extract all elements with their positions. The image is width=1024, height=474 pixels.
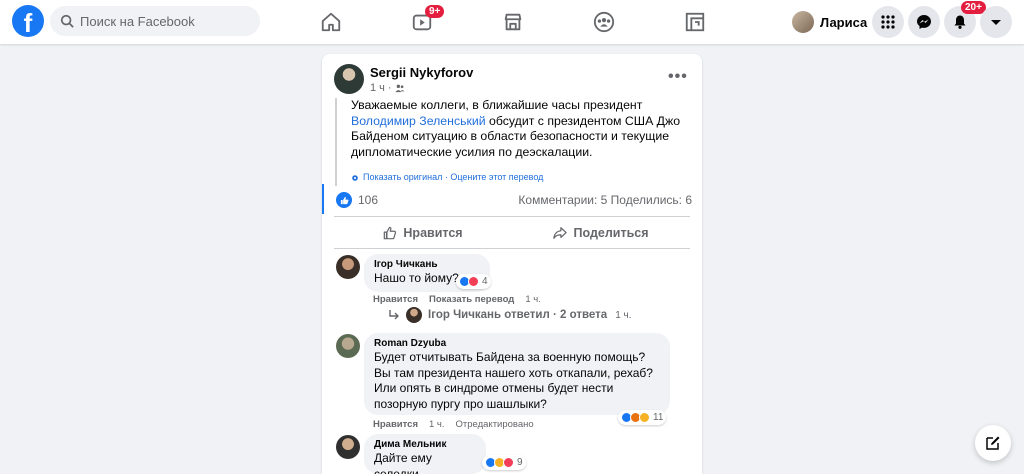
like-reaction-icon[interactable] bbox=[336, 192, 352, 208]
home-icon bbox=[321, 12, 341, 32]
watch-tab[interactable]: 9+ bbox=[409, 5, 445, 35]
bell-icon bbox=[954, 15, 966, 29]
like-label: Нравится bbox=[403, 226, 463, 240]
active-indicator bbox=[322, 184, 324, 214]
likes-count[interactable]: 106 bbox=[358, 193, 378, 207]
messenger-button[interactable] bbox=[908, 6, 940, 38]
author-avatar[interactable] bbox=[334, 64, 364, 94]
reactions-count: 11 bbox=[653, 412, 664, 423]
share-label: Поделиться bbox=[573, 226, 649, 240]
post-text-part: Уважаемые коллеги, в ближайшие часы през… bbox=[351, 98, 643, 112]
comment-text: Дайте ему селедки... bbox=[374, 451, 432, 474]
people-icon bbox=[394, 84, 405, 93]
comment-bubble: Roman Dzyuba Будет отчитывать Байдена за… bbox=[364, 333, 670, 415]
chevron-down-icon bbox=[991, 20, 1001, 25]
comment-like-button[interactable]: Нравится bbox=[373, 294, 418, 305]
comment-reactions[interactable]: 9 bbox=[482, 455, 526, 470]
commenter-avatar[interactable] bbox=[336, 435, 360, 459]
comment-meta: Нравится Показать перевод 1 ч. bbox=[373, 294, 552, 305]
gaming-tab[interactable] bbox=[682, 9, 708, 35]
comment-reactions[interactable]: 4 bbox=[456, 274, 491, 289]
comment-time[interactable]: 1 ч. bbox=[429, 419, 445, 430]
gear-icon bbox=[352, 174, 358, 181]
commenter-name[interactable]: Roman Dzyuba bbox=[374, 338, 660, 349]
watch-badge: 9+ bbox=[425, 5, 445, 18]
reactions-count: 9 bbox=[517, 457, 523, 468]
show-translation-button[interactable]: Показать перевод bbox=[429, 294, 514, 305]
divider bbox=[334, 216, 690, 217]
share-icon bbox=[553, 227, 568, 239]
post-time[interactable]: 1 ч · bbox=[370, 82, 405, 94]
grid-menu-icon bbox=[881, 15, 895, 29]
edited-label: Отредактировано bbox=[455, 419, 534, 430]
groups-tab[interactable] bbox=[591, 9, 617, 35]
like-button[interactable]: Нравится bbox=[334, 220, 512, 246]
haha-reaction-icon bbox=[639, 412, 650, 423]
reply-arrow-icon bbox=[389, 310, 399, 320]
store-icon bbox=[504, 13, 522, 31]
commenter-name[interactable]: Дима Мельник bbox=[374, 439, 476, 450]
post-stats: 106 Комментарии: 5 Поделились: 6 bbox=[336, 192, 692, 208]
search-box[interactable] bbox=[50, 6, 260, 36]
divider bbox=[334, 248, 690, 249]
profile-name: Лариса bbox=[820, 14, 868, 30]
reactions-count: 4 bbox=[482, 276, 488, 287]
account-button[interactable] bbox=[980, 6, 1012, 38]
thumbs-up-icon bbox=[340, 196, 348, 204]
love-reaction-icon bbox=[468, 276, 479, 287]
share-button[interactable]: Поделиться bbox=[512, 220, 690, 246]
view-replies-button[interactable]: Ігор Чичкань ответил · 2 ответа 1 ч. bbox=[388, 307, 632, 323]
home-tab[interactable] bbox=[318, 9, 344, 35]
post-actions: Нравится Поделиться bbox=[334, 220, 690, 246]
avatar bbox=[406, 307, 422, 323]
new-message-button[interactable] bbox=[975, 425, 1011, 461]
avatar bbox=[792, 11, 814, 33]
translation-bar: Показать оригинал · Оцените этот перевод bbox=[351, 170, 691, 186]
comment-text: Будет отчитывать Байдена за военную помо… bbox=[374, 350, 653, 411]
gaming-icon bbox=[685, 12, 705, 32]
rate-translation-link[interactable]: Оцените этот перевод bbox=[450, 170, 543, 186]
post-text: Уважаемые коллеги, в ближайшие часы през… bbox=[335, 98, 691, 186]
profile-shortcut[interactable]: Лариса bbox=[788, 7, 873, 37]
menu-button[interactable] bbox=[872, 6, 904, 38]
top-navigation-bar: f 9+ Лариса 20+ bbox=[0, 0, 1024, 44]
thumbs-up-icon bbox=[384, 226, 397, 240]
messenger-icon bbox=[917, 15, 931, 29]
comment-meta: Нравится 1 ч. Отредактировано bbox=[373, 419, 545, 430]
facebook-logo[interactable]: f bbox=[12, 5, 44, 37]
comment-reactions[interactable]: 11 bbox=[618, 410, 667, 425]
show-original-link[interactable]: Показать оригинал bbox=[363, 170, 442, 186]
comment-like-button[interactable]: Нравится bbox=[373, 419, 418, 430]
commenter-avatar[interactable] bbox=[336, 255, 360, 279]
post-options-icon[interactable]: ••• bbox=[668, 68, 688, 86]
commenter-name[interactable]: Ігор Чичкань bbox=[374, 259, 480, 270]
post-time-value: 1 ч bbox=[370, 82, 385, 94]
marketplace-tab[interactable] bbox=[500, 9, 526, 35]
president-link[interactable]: Володимир Зеленський bbox=[351, 114, 486, 128]
search-input[interactable] bbox=[80, 13, 250, 29]
comment-bubble: Дима Мельник Дайте ему селедки... bbox=[364, 434, 486, 474]
love-reaction-icon bbox=[503, 457, 514, 468]
commenter-avatar[interactable] bbox=[336, 334, 360, 358]
groups-icon bbox=[593, 11, 615, 33]
post-author[interactable]: Sergii Nykyforov bbox=[370, 65, 473, 80]
search-icon bbox=[60, 14, 74, 28]
separator: · bbox=[442, 172, 451, 182]
separator: · bbox=[387, 82, 392, 94]
compose-icon bbox=[986, 436, 1000, 450]
replies-summary: Ігор Чичкань ответил · 2 ответа bbox=[428, 309, 608, 321]
reply-time: 1 ч. bbox=[615, 309, 632, 321]
comments-shares-count[interactable]: Комментарии: 5 Поделились: 6 bbox=[518, 193, 692, 207]
notifications-button[interactable]: 20+ bbox=[944, 1, 986, 38]
comment-time[interactable]: 1 ч. bbox=[525, 294, 541, 305]
